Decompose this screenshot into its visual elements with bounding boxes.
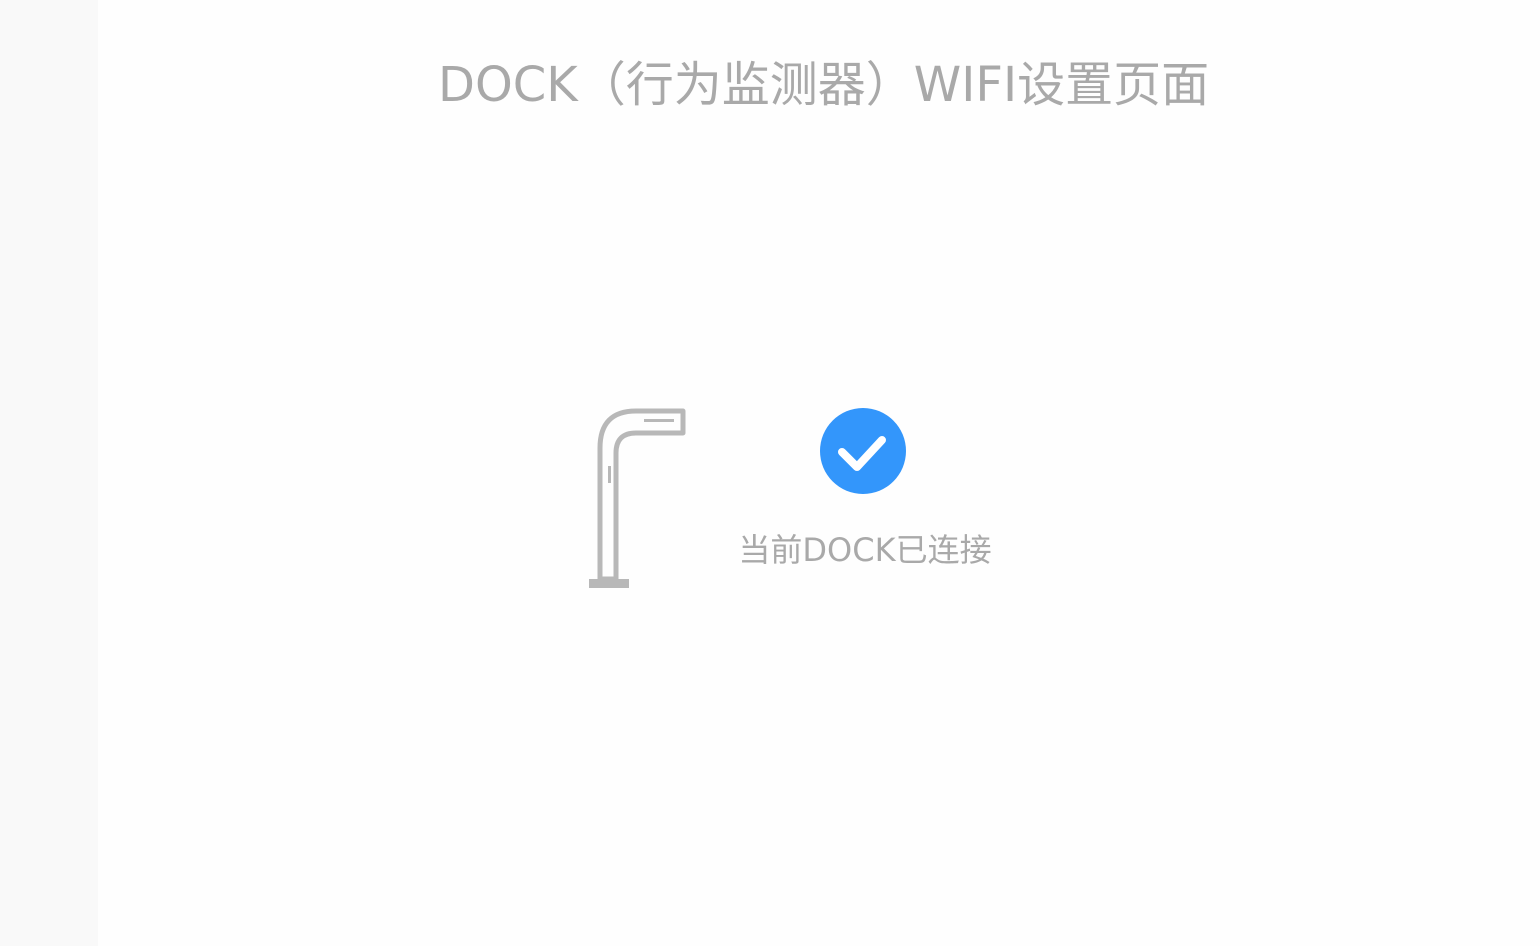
connection-status: 当前DOCK已连接 [700, 408, 1030, 578]
left-margin-panel [0, 0, 98, 946]
check-circle-icon [820, 408, 906, 494]
connection-status-text: 当前DOCK已连接 [738, 531, 992, 569]
page-title: DOCK（行为监测器）WIFI设置页面 [438, 57, 1210, 113]
wifi-setup-page: DOCK（行为监测器）WIFI设置页面 当前DOCK已连接 [0, 0, 1540, 946]
dock-device-icon [586, 408, 686, 592]
